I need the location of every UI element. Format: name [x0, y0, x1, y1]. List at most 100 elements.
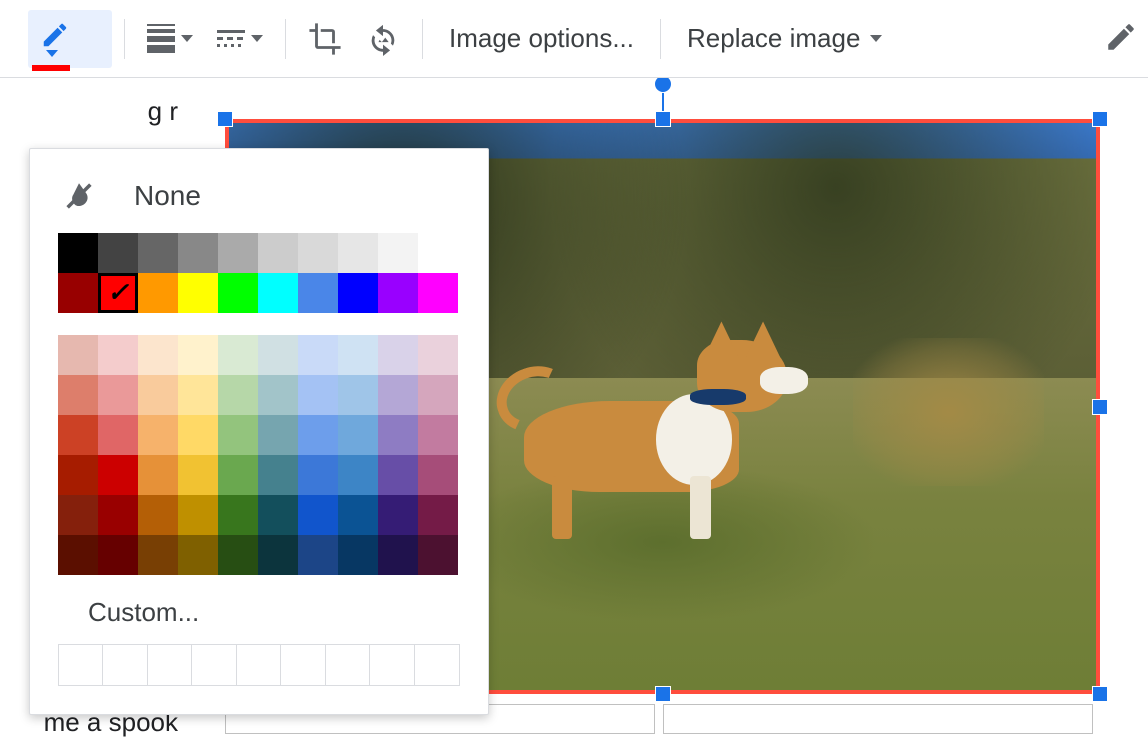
color-swatch[interactable]: [418, 415, 458, 455]
resize-handle-tr[interactable]: [1092, 111, 1108, 127]
recent-color-slot[interactable]: [192, 645, 236, 685]
color-swatch[interactable]: [418, 455, 458, 495]
color-swatch[interactable]: [98, 375, 138, 415]
color-swatch[interactable]: [378, 535, 418, 575]
recent-color-slot[interactable]: [326, 645, 370, 685]
recent-color-slot[interactable]: [59, 645, 103, 685]
color-swatch[interactable]: [258, 415, 298, 455]
color-swatch[interactable]: [178, 535, 218, 575]
color-swatch[interactable]: [98, 415, 138, 455]
color-swatch[interactable]: [58, 455, 98, 495]
resize-handle-mr[interactable]: [1092, 399, 1108, 415]
color-swatch[interactable]: [178, 495, 218, 535]
color-swatch[interactable]: [298, 415, 338, 455]
color-swatch[interactable]: [338, 335, 378, 375]
color-swatch[interactable]: [298, 495, 338, 535]
color-swatch[interactable]: [58, 415, 98, 455]
color-swatch[interactable]: [258, 495, 298, 535]
color-swatch[interactable]: [58, 535, 98, 575]
color-swatch[interactable]: [258, 233, 298, 273]
color-swatch[interactable]: [218, 535, 258, 575]
color-swatch[interactable]: [378, 273, 418, 313]
color-swatch[interactable]: [58, 233, 98, 273]
color-swatch[interactable]: [418, 535, 458, 575]
color-swatch[interactable]: [298, 233, 338, 273]
color-swatch[interactable]: [138, 495, 178, 535]
color-swatch[interactable]: [298, 535, 338, 575]
color-swatch[interactable]: [138, 335, 178, 375]
border-color-button[interactable]: [28, 10, 112, 68]
color-swatch[interactable]: [178, 335, 218, 375]
recent-color-slot[interactable]: [370, 645, 414, 685]
color-swatch[interactable]: [378, 233, 418, 273]
recent-color-slot[interactable]: [281, 645, 325, 685]
editing-mode-button[interactable]: [1104, 20, 1138, 54]
color-swatch[interactable]: [258, 273, 298, 313]
color-swatch[interactable]: [178, 375, 218, 415]
color-swatch[interactable]: [298, 375, 338, 415]
color-swatch[interactable]: [378, 455, 418, 495]
color-swatch[interactable]: [58, 335, 98, 375]
color-swatch[interactable]: [298, 273, 338, 313]
color-swatch[interactable]: [378, 415, 418, 455]
recent-color-slot[interactable]: [415, 645, 459, 685]
color-swatch[interactable]: [298, 335, 338, 375]
replace-image-button[interactable]: Replace image: [673, 16, 896, 62]
color-swatch[interactable]: [218, 233, 258, 273]
color-swatch[interactable]: [98, 535, 138, 575]
crop-button[interactable]: [298, 16, 352, 62]
color-swatch[interactable]: [378, 495, 418, 535]
document-canvas[interactable]: g rstonderyn rouategylongges reen suchme…: [0, 78, 1148, 738]
color-swatch[interactable]: [338, 375, 378, 415]
color-swatch[interactable]: [338, 535, 378, 575]
color-swatch[interactable]: [338, 273, 378, 313]
color-swatch[interactable]: [338, 415, 378, 455]
color-swatch[interactable]: [418, 335, 458, 375]
color-swatch[interactable]: [58, 375, 98, 415]
border-weight-button[interactable]: [137, 16, 203, 62]
resize-handle-tl[interactable]: [217, 111, 233, 127]
color-swatch[interactable]: [138, 375, 178, 415]
color-swatch[interactable]: [218, 455, 258, 495]
color-swatch[interactable]: [338, 233, 378, 273]
color-swatch[interactable]: [218, 415, 258, 455]
reset-image-button[interactable]: [356, 16, 410, 62]
resize-handle-br[interactable]: [1092, 686, 1108, 702]
recent-color-slot[interactable]: [148, 645, 192, 685]
color-swatch[interactable]: [138, 233, 178, 273]
color-swatch[interactable]: [178, 455, 218, 495]
resize-handle-bm[interactable]: [655, 686, 671, 702]
resize-handle-tm[interactable]: [655, 111, 671, 127]
color-swatch[interactable]: [418, 233, 458, 273]
color-swatch[interactable]: [258, 335, 298, 375]
color-swatch[interactable]: [178, 273, 218, 313]
color-swatch[interactable]: [378, 335, 418, 375]
color-swatch[interactable]: [98, 273, 138, 313]
color-swatch[interactable]: [338, 495, 378, 535]
color-swatch[interactable]: [98, 233, 138, 273]
color-swatch[interactable]: [178, 233, 218, 273]
rotation-handle[interactable]: [654, 78, 672, 93]
color-swatch[interactable]: [258, 455, 298, 495]
layout-option[interactable]: [663, 704, 1093, 734]
color-swatch[interactable]: [218, 375, 258, 415]
recent-color-slot[interactable]: [237, 645, 281, 685]
color-swatch[interactable]: [218, 273, 258, 313]
color-swatch[interactable]: [178, 415, 218, 455]
color-swatch[interactable]: [258, 535, 298, 575]
color-swatch[interactable]: [58, 273, 98, 313]
color-swatch[interactable]: [218, 495, 258, 535]
color-none-option[interactable]: None: [58, 171, 460, 233]
recent-color-slot[interactable]: [103, 645, 147, 685]
color-swatch[interactable]: [138, 455, 178, 495]
custom-color-option[interactable]: Custom...: [58, 575, 460, 644]
color-swatch[interactable]: [418, 273, 458, 313]
color-swatch[interactable]: [138, 273, 178, 313]
color-swatch[interactable]: [98, 455, 138, 495]
color-swatch[interactable]: [138, 535, 178, 575]
color-swatch[interactable]: [298, 455, 338, 495]
color-swatch[interactable]: [258, 375, 298, 415]
color-swatch[interactable]: [378, 375, 418, 415]
color-swatch[interactable]: [98, 495, 138, 535]
color-swatch[interactable]: [98, 335, 138, 375]
